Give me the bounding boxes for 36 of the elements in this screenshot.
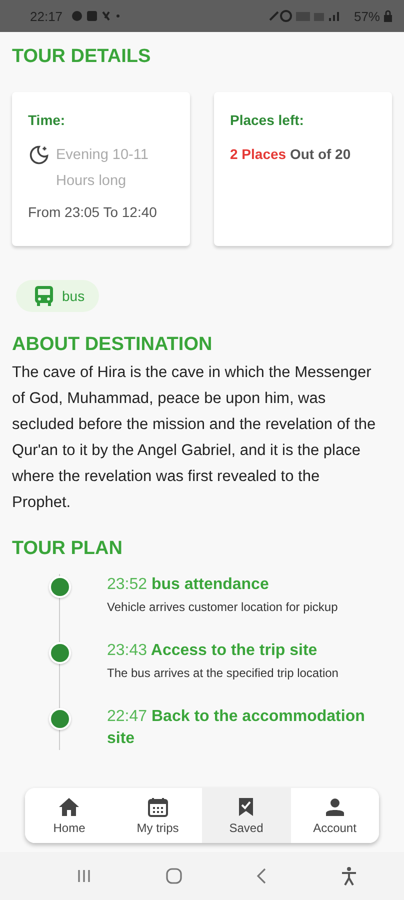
timeline-dot — [49, 576, 71, 598]
card-label: Time: — [28, 112, 66, 128]
plan-step-description: Vehicle arrives customer location for pickup — [107, 600, 338, 614]
nav-tab[interactable]: Account — [290, 788, 379, 843]
period-text: Evening 10-11 Hours long — [56, 146, 150, 191]
plan-step-title: 22:47 Back to the accommodation site — [107, 707, 366, 749]
time-range: From 23:05 To 12:40 — [28, 204, 158, 220]
bus-icon — [34, 285, 54, 307]
back-icon[interactable] — [255, 867, 268, 885]
home-button-icon[interactable] — [164, 867, 183, 885]
timeline-dot — [49, 642, 71, 664]
destination-description: The cave of Hira is the cave in which the Messenger of God, Muhammad, peace be upon him, was secluded before the mission and the revelation of the Qur'an to it by the Angel Gabriel, and it is the place where the revelation was first revealed to the Prophet. — [12, 363, 376, 513]
calendar-icon — [148, 796, 168, 816]
nav-tab[interactable]: Home — [25, 788, 114, 843]
transport-label: bus — [62, 288, 85, 304]
section-heading: TOUR DETAILS — [12, 46, 152, 68]
card-label: Places left: — [230, 112, 305, 128]
bookmark-check-icon — [238, 796, 254, 816]
section-heading: TOUR PLAN — [12, 538, 124, 560]
lock-icon — [384, 10, 392, 22]
person-icon — [324, 796, 345, 816]
battery-level: 57% — [354, 8, 380, 24]
moon-icon — [28, 144, 50, 166]
plan-step-title: 23:52 bus attendance — [107, 575, 270, 595]
notification-icons — [70, 10, 121, 22]
plan-step-description: The bus arrives at the specified trip location — [107, 666, 338, 680]
status-time: 22:17 — [30, 8, 63, 24]
accessibility-icon[interactable] — [340, 866, 358, 886]
plan-step-title: 23:43 Access to the trip site — [107, 641, 318, 661]
home-icon — [58, 796, 80, 816]
section-heading: ABOUT DESTINATION — [12, 334, 214, 356]
places-text: 2 Places Out of 20 — [230, 146, 352, 162]
nav-tab[interactable]: Saved — [202, 788, 290, 843]
recent-apps-icon[interactable] — [76, 868, 92, 884]
timeline-dot — [49, 708, 71, 730]
nav-tab[interactable]: My trips — [114, 788, 202, 843]
